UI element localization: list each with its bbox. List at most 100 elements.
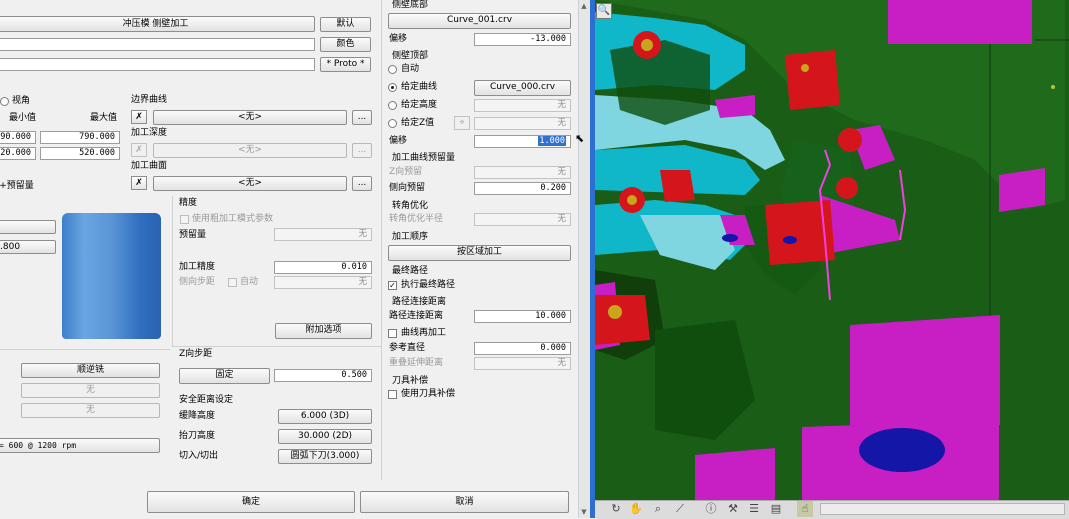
top-header: 侧壁顶部 <box>392 51 429 61</box>
slow-height-label: 缓降高度 <box>179 411 216 421</box>
view-select-icon[interactable]: 🔍 <box>596 3 612 19</box>
z-step-header: Z向步距 <box>179 349 213 359</box>
scroll-up-arrow-icon[interactable]: ▲ <box>580 2 588 10</box>
pick-z-icon[interactable]: ⌖ <box>454 116 470 130</box>
boundary-header: 边界曲线 <box>131 95 168 105</box>
in-out-button[interactable]: 圆弧下刀(3.000) <box>278 449 372 464</box>
boundary-value-button[interactable]: <无> <box>153 110 347 125</box>
hand-icon[interactable]: ☝ <box>797 501 813 517</box>
info-icon[interactable]: ⓘ <box>703 501 719 517</box>
view-angle-radio[interactable] <box>0 97 9 106</box>
offset-field[interactable]: -13.000 <box>474 33 571 46</box>
auto-radio[interactable] <box>388 65 397 74</box>
final-header: 最终路径 <box>392 266 429 276</box>
list-icon[interactable]: ▤ <box>768 501 784 517</box>
tool-diameter-button[interactable]: .800 <box>0 240 56 254</box>
max-field-1[interactable]: 790.000 <box>40 131 120 144</box>
cancel-button[interactable]: 取消 <box>360 491 569 513</box>
default-button[interactable]: 默认 <box>320 17 371 32</box>
proto-button[interactable]: * Proto * <box>320 57 371 72</box>
recut-label: 曲线再加工 <box>401 328 447 338</box>
scroll-down-arrow-icon[interactable]: ▼ <box>580 508 588 516</box>
given-height-field[interactable]: 无 <box>474 99 571 112</box>
bottom-curve-button[interactable]: Curve_001.crv <box>388 13 571 29</box>
given-z-label: 给定Z值 <box>401 118 435 128</box>
depth-pick-icon[interactable]: ✗ <box>131 143 147 157</box>
comp-header: 刀具补偿 <box>392 376 429 386</box>
tool-button-1[interactable] <box>0 220 56 234</box>
zoom-icon[interactable]: ⌕ <box>650 501 666 517</box>
offset-label: 偏移 <box>389 34 408 44</box>
safety-header: 安全距离设定 <box>179 395 234 405</box>
none-button-b[interactable]: 无 <box>21 403 160 418</box>
boundary-more-button[interactable]: ... <box>352 110 372 125</box>
offset2-field[interactable]: 1.000 <box>474 135 571 148</box>
accuracy-label: 加工精度 <box>179 262 216 272</box>
layers-icon[interactable]: ☰ <box>746 501 762 517</box>
min-field-2[interactable]: 520.000 <box>0 147 36 160</box>
corner-header: 转角优化 <box>392 201 429 211</box>
given-curve-radio[interactable] <box>388 83 397 92</box>
climb-button[interactable]: 顺逆铣 <box>21 363 160 378</box>
z-step-field[interactable]: 0.500 <box>274 369 372 382</box>
given-height-radio[interactable] <box>388 101 397 110</box>
surface-value-button[interactable]: <无> <box>153 176 347 191</box>
given-curve-label: 给定曲线 <box>401 82 438 92</box>
offset2-label: 偏移 <box>389 136 408 146</box>
comp-checkbox[interactable] <box>388 390 397 399</box>
surface-pick-icon[interactable]: ✗ <box>131 176 147 190</box>
order-button[interactable]: 按区域加工 <box>388 245 571 261</box>
in-out-label: 切入/切出 <box>179 451 219 461</box>
none-button-a[interactable]: 无 <box>21 383 160 398</box>
color-button[interactable]: 颜色 <box>320 37 371 52</box>
side-allow-label: 侧向预留 <box>389 183 426 193</box>
surface-header: 加工曲面 <box>131 161 168 171</box>
pan-icon[interactable]: ✋ <box>628 501 644 517</box>
final-checkbox[interactable]: ✓ <box>388 281 397 290</box>
given-z-radio[interactable] <box>388 119 397 128</box>
final-check-label: 执行最终路径 <box>401 280 456 290</box>
given-curve-button[interactable]: Curve_000.crv <box>474 80 571 96</box>
z-allow-field[interactable]: 无 <box>474 166 571 179</box>
rotate-icon[interactable]: ↻ <box>608 501 624 517</box>
boundary-pick-icon[interactable]: ✗ <box>131 110 147 124</box>
extra-options-button[interactable]: 附加选项 <box>275 323 372 339</box>
allowance-label: 预留量 <box>179 230 207 240</box>
tool-name-field[interactable]: 冲压模 侧壁加工 <box>0 16 315 32</box>
max-label: 最大值 <box>90 113 118 123</box>
measure-icon[interactable]: ⟋ <box>672 501 688 517</box>
depth-more-button[interactable]: ... <box>352 143 372 158</box>
ok-button[interactable]: 确定 <box>147 491 355 513</box>
description-field[interactable] <box>0 38 315 51</box>
corner-radius-field[interactable]: 无 <box>474 213 571 226</box>
side-step-auto-checkbox[interactable] <box>228 278 237 287</box>
tool-icon[interactable]: ⚒ <box>725 501 741 517</box>
lift-height-button[interactable]: 30.000 (2D) <box>278 429 372 444</box>
z-allow-label: Z向预留 <box>389 167 423 177</box>
feed-speed-button[interactable]: = 600 @ 1200 rpm <box>0 438 160 453</box>
depth-value-button[interactable]: <无> <box>153 143 347 158</box>
slow-height-button[interactable]: 6.000 (3D) <box>278 409 372 424</box>
curve-allow-header: 加工曲线预留量 <box>392 153 456 163</box>
surface-more-button[interactable]: ... <box>352 176 372 191</box>
3d-viewport[interactable] <box>595 0 1069 500</box>
precision-header: 精度 <box>179 198 198 208</box>
ref-dia-field[interactable]: 0.000 <box>474 342 571 355</box>
link-header: 路径连接距离 <box>392 297 447 307</box>
auto-label: 自动 <box>401 64 420 74</box>
accuracy-field[interactable]: 0.010 <box>274 261 372 274</box>
given-z-field[interactable]: 无 <box>474 117 571 130</box>
comment-field[interactable] <box>0 58 315 71</box>
overlap-field[interactable]: 无 <box>474 357 571 370</box>
allowance-field[interactable]: 无 <box>274 228 372 241</box>
fixed-button[interactable]: 固定 <box>179 368 270 384</box>
side-step-auto-label: 自动 <box>240 277 259 287</box>
recut-checkbox[interactable] <box>388 329 397 338</box>
side-allow-field[interactable]: 0.200 <box>474 182 571 195</box>
max-field-2[interactable]: 520.000 <box>40 147 120 160</box>
side-step-field[interactable]: 无 <box>274 276 372 289</box>
depth-header: 加工深度 <box>131 128 168 138</box>
min-field-1[interactable]: 790.000 <box>0 131 36 144</box>
use-rough-checkbox[interactable] <box>180 215 189 224</box>
link-field[interactable]: 10.000 <box>474 310 571 323</box>
